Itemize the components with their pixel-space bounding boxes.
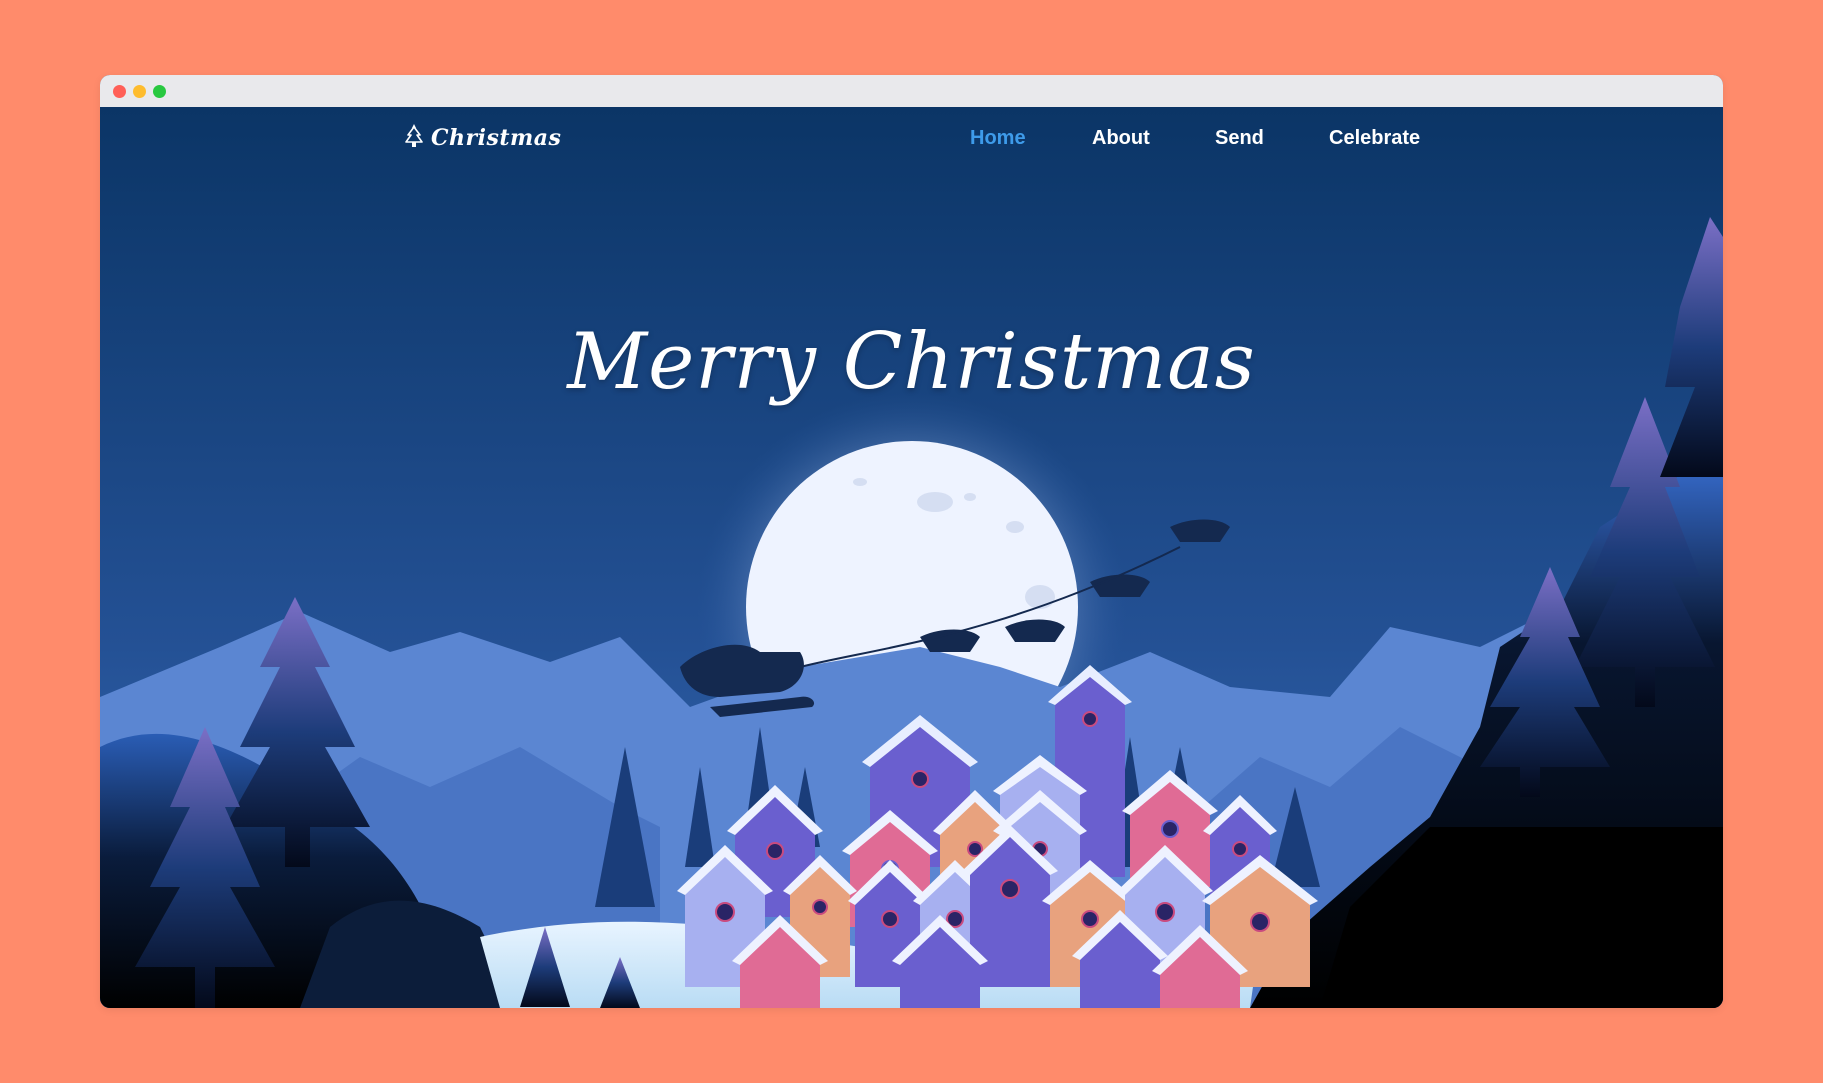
close-window-button[interactable]	[113, 85, 126, 98]
main-navigation: Christmas Home About Send Celebrate	[100, 107, 1723, 167]
hero-title: Merry Christmas	[567, 317, 1256, 407]
nav-link-send[interactable]: Send	[1215, 127, 1264, 150]
christmas-tree-icon	[403, 123, 425, 153]
browser-titlebar	[100, 75, 1723, 107]
nav-link-home[interactable]: Home	[970, 127, 1026, 150]
browser-window: Christmas Home About Send Celebrate Merr…	[100, 75, 1723, 1008]
brand-logo[interactable]: Christmas	[403, 123, 561, 153]
christmas-scene-illustration	[100, 107, 1723, 1008]
page-viewport: Christmas Home About Send Celebrate Merr…	[100, 107, 1723, 1008]
maximize-window-button[interactable]	[153, 85, 166, 98]
minimize-window-button[interactable]	[133, 85, 146, 98]
nav-link-celebrate[interactable]: Celebrate	[1329, 127, 1420, 150]
brand-name: Christmas	[431, 125, 562, 151]
nav-link-about[interactable]: About	[1092, 127, 1150, 150]
